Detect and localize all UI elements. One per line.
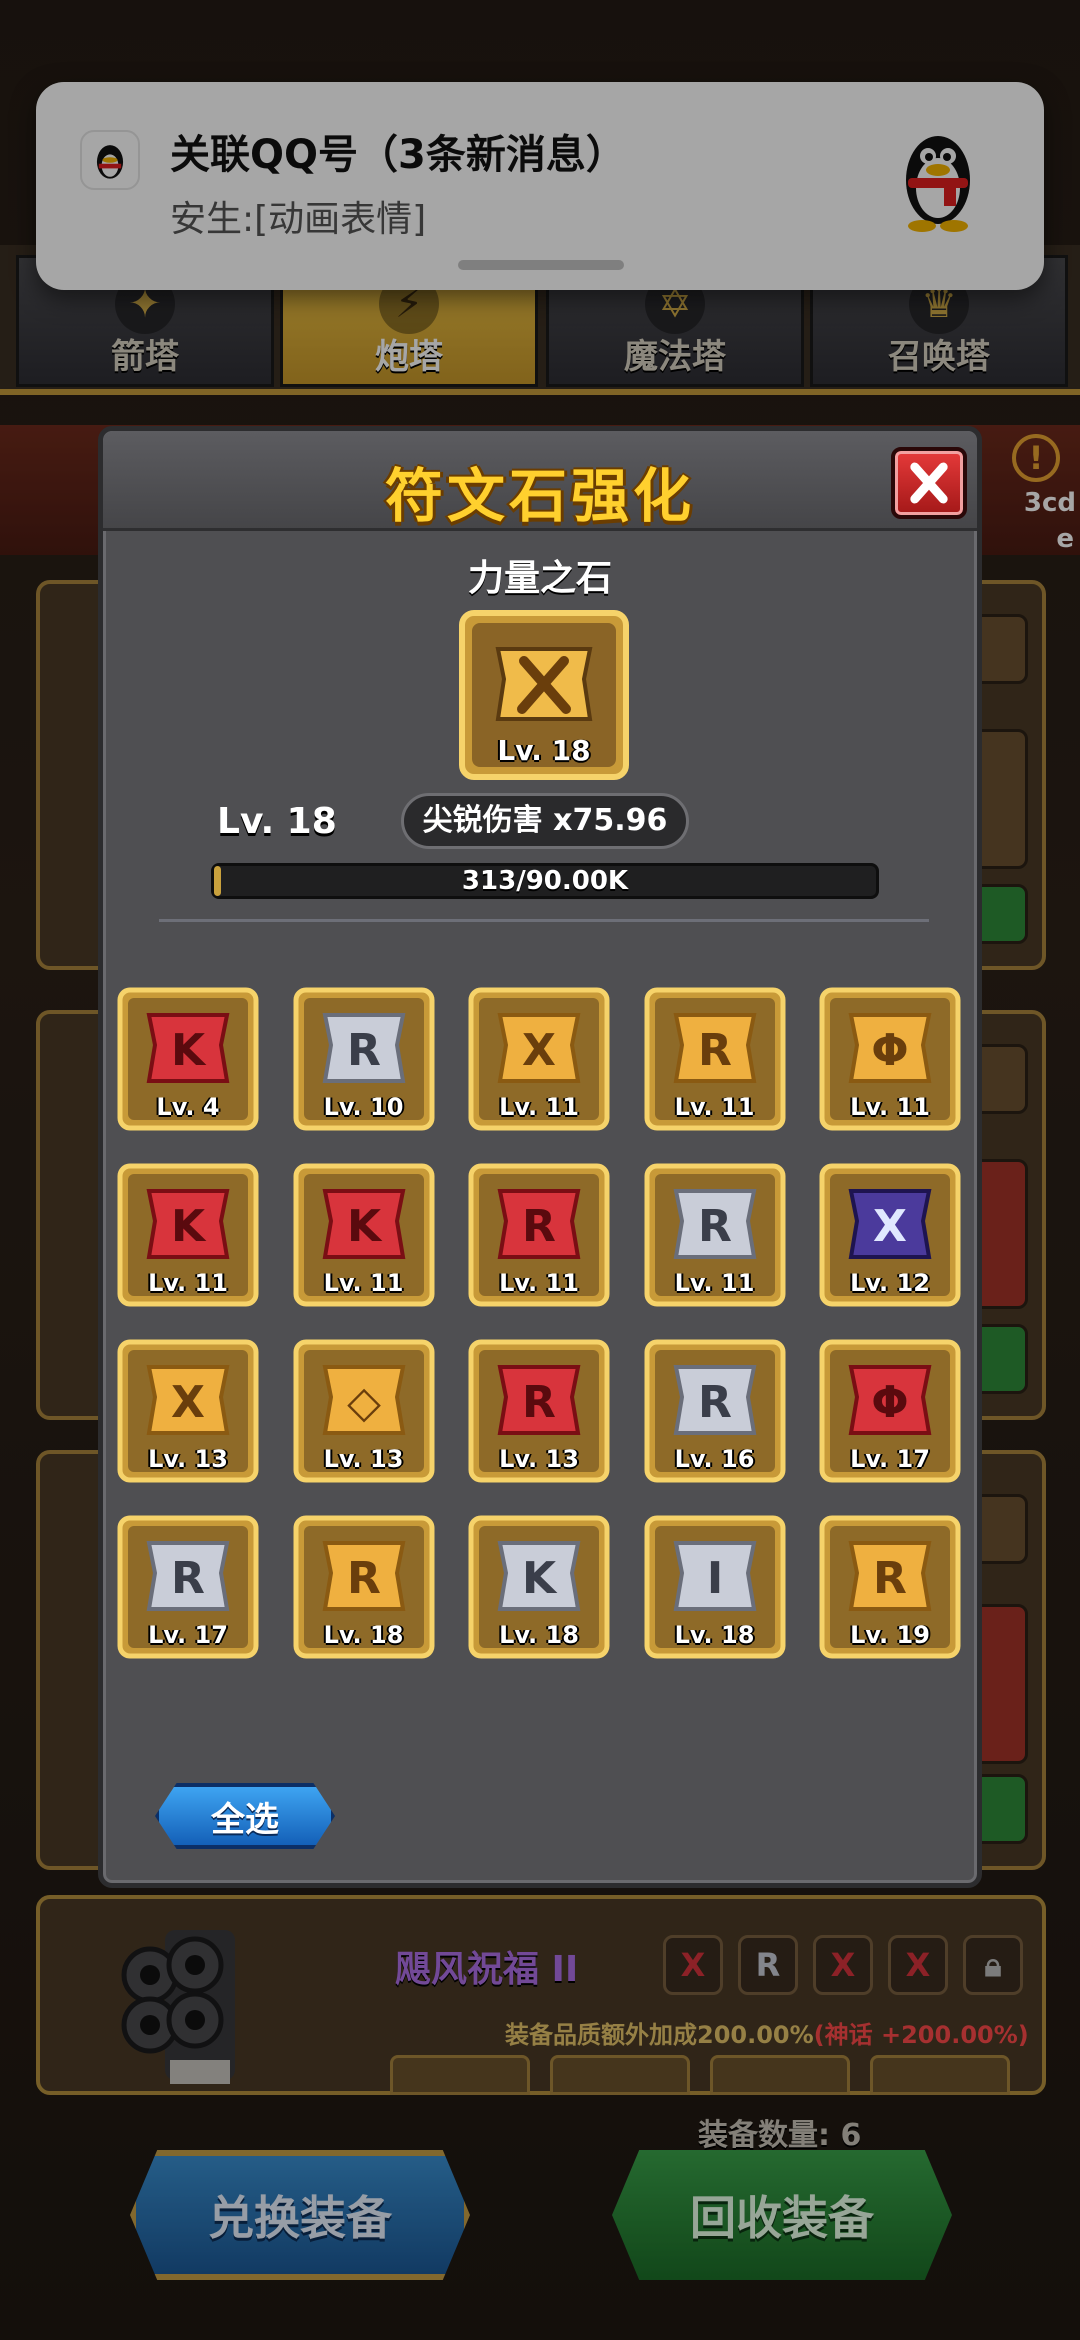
rune-grid: K Lv. 4 R Lv. 10 X Lv. 11 R Lv. 11 Φ Lv. 11 K Lv. 1… <box>117 987 977 1707</box>
rune-level-label: Lv. 11 <box>674 1093 755 1121</box>
rune-enhance-dialog: 符文石强化 力量之石 Lv. 18 Lv. 18 尖锐伤害 x75.96 313… <box>98 426 982 1888</box>
svg-text:R: R <box>347 1025 381 1076</box>
rune-level-label: Lv. 18 <box>674 1621 755 1649</box>
rune-tile[interactable]: R Lv. 18 <box>293 1515 435 1659</box>
rune-level-label: Lv. 18 <box>323 1621 404 1649</box>
rune-level-label: Lv. 13 <box>323 1445 404 1473</box>
rune-tile[interactable]: X Lv. 11 <box>468 987 610 1131</box>
selected-rune-icon: Lv. 18 <box>458 609 630 781</box>
rune-level-label: Lv. 19 <box>850 1621 930 1649</box>
rune-tile[interactable]: X Lv. 13 <box>117 1339 259 1483</box>
rune-tile[interactable]: R Lv. 10 <box>293 987 435 1131</box>
rune-level-label: Lv. 16 <box>674 1445 755 1473</box>
rune-level-label: Lv. 11 <box>323 1269 404 1297</box>
rune-level-label: Lv. 11 <box>499 1269 579 1297</box>
selected-rune-name: 力量之石 <box>467 558 612 599</box>
svg-text:R: R <box>347 1553 381 1604</box>
rune-xp-bar: 313/90.00K <box>211 863 879 899</box>
rune-tile[interactable]: R Lv. 11 <box>644 987 786 1131</box>
rune-level-label: Lv. 11 <box>499 1093 579 1121</box>
rune-level-badge: Lv. 18 <box>497 734 591 767</box>
rune-level-label: Lv. 11 <box>850 1093 930 1121</box>
rune-level-label: Lv. 10 <box>323 1093 404 1121</box>
dialog-header: 符文石强化 <box>103 431 977 531</box>
svg-text:X: X <box>171 1377 205 1428</box>
svg-text:R: R <box>698 1025 732 1076</box>
rune-level-label: Lv. 17 <box>148 1621 228 1649</box>
rune-tile[interactable]: I Lv. 18 <box>644 1515 786 1659</box>
rune-level-text: Lv. 18 <box>217 801 337 842</box>
divider <box>159 919 929 922</box>
rune-tile[interactable]: X Lv. 12 <box>819 1163 961 1307</box>
rune-tile[interactable]: R Lv. 11 <box>644 1163 786 1307</box>
rune-tile[interactable]: K Lv. 11 <box>293 1163 435 1307</box>
rune-tile[interactable]: R Lv. 11 <box>468 1163 610 1307</box>
rune-level-label: Lv. 11 <box>148 1269 228 1297</box>
dialog-title: 符文石强化 <box>384 462 695 530</box>
svg-text:◇: ◇ <box>347 1377 381 1428</box>
rune-level-label: Lv. 13 <box>499 1445 579 1473</box>
svg-text:R: R <box>873 1553 907 1604</box>
svg-text:R: R <box>522 1201 556 1252</box>
svg-text:K: K <box>346 1201 382 1252</box>
rune-level-label: Lv. 17 <box>850 1445 930 1473</box>
svg-text:I: I <box>706 1553 722 1604</box>
rune-level-label: Lv. 11 <box>674 1269 755 1297</box>
rune-tile[interactable]: R Lv. 16 <box>644 1339 786 1483</box>
close-icon[interactable] <box>891 447 967 519</box>
svg-text:Φ: Φ <box>871 1377 908 1428</box>
svg-text:K: K <box>171 1201 207 1252</box>
rune-tile[interactable]: Φ Lv. 17 <box>819 1339 961 1483</box>
rune-tile[interactable]: R Lv. 13 <box>468 1339 610 1483</box>
rune-level-label: Lv. 13 <box>148 1445 228 1473</box>
svg-text:K: K <box>171 1025 207 1076</box>
rune-tile[interactable]: K Lv. 18 <box>468 1515 610 1659</box>
select-all-button[interactable]: 全选 <box>155 1783 335 1849</box>
svg-text:R: R <box>171 1553 205 1604</box>
rune-tile[interactable]: Φ Lv. 11 <box>819 987 961 1131</box>
rune-tile[interactable]: K Lv. 11 <box>117 1163 259 1307</box>
rune-level-label: Lv. 4 <box>156 1093 220 1121</box>
rune-stat-pill: 尖锐伤害 x75.96 <box>401 793 689 849</box>
rune-xp-text: 313/90.00K <box>461 866 629 896</box>
svg-text:X: X <box>522 1025 556 1076</box>
rune-tile[interactable]: K Lv. 4 <box>117 987 259 1131</box>
rune-tile[interactable]: R Lv. 19 <box>819 1515 961 1659</box>
svg-text:R: R <box>522 1377 556 1428</box>
svg-text:R: R <box>698 1377 732 1428</box>
rune-tile[interactable]: ◇ Lv. 13 <box>293 1339 435 1483</box>
svg-text:X: X <box>873 1201 907 1252</box>
rune-level-label: Lv. 18 <box>499 1621 579 1649</box>
svg-text:R: R <box>698 1201 732 1252</box>
svg-text:K: K <box>522 1553 558 1604</box>
svg-text:Φ: Φ <box>871 1025 908 1076</box>
rune-level-label: Lv. 12 <box>850 1269 930 1297</box>
rune-tile[interactable]: R Lv. 17 <box>117 1515 259 1659</box>
